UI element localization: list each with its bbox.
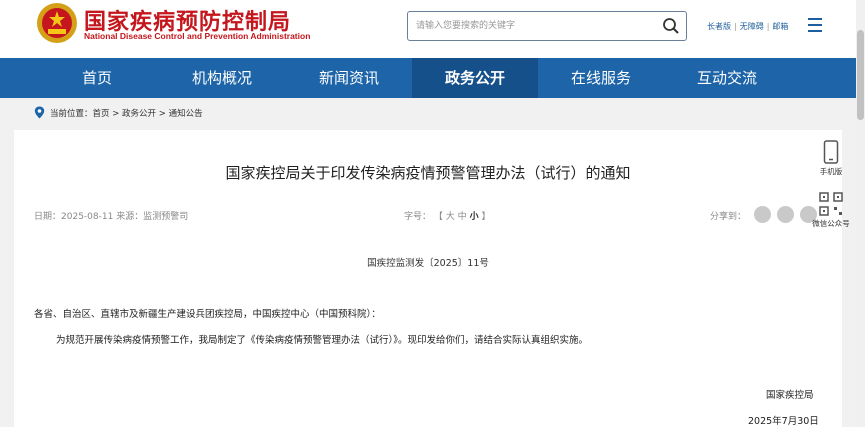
wechat-official-account-label: 微信公众号	[812, 219, 850, 228]
font-size-bracket: 【	[433, 212, 443, 222]
search-icon[interactable]	[662, 17, 680, 35]
nav-item-interaction[interactable]: 互动交流	[686, 58, 768, 98]
main-nav: 首页 机构概况 新闻资讯 政务公开 在线服务 互动交流	[0, 58, 865, 98]
article-paragraph: 为规范开展传染病疫情预警工作，我局制定了《传染病疫情预警管理办法（试行）》。现印…	[56, 335, 589, 346]
link-separator: |	[766, 22, 770, 31]
menu-icon[interactable]	[808, 18, 822, 32]
nav-item-about[interactable]: 机构概况	[181, 58, 263, 98]
article-signer: 国家疾控局	[766, 390, 814, 401]
nav-item-online-services[interactable]: 在线服务	[560, 58, 642, 98]
nav-item-government-affairs[interactable]: 政务公开	[412, 58, 538, 98]
site-header: 国家疾病预防控制局 National Disease Control and P…	[0, 0, 865, 58]
accessibility-link[interactable]: 无障碍	[740, 22, 764, 31]
font-size-label: 字号：	[404, 212, 432, 222]
elder-mode-link[interactable]: 长者版	[707, 22, 731, 31]
wechat-official-account-widget[interactable]: 微信公众号	[808, 192, 854, 229]
breadcrumb-path[interactable]: 首页 > 政务公开 > 通知公告	[93, 109, 203, 119]
email-link[interactable]: 邮箱	[772, 22, 788, 31]
breadcrumb-label: 当前位置：	[50, 109, 93, 119]
search-input[interactable]	[416, 17, 656, 35]
wechat-share-icon[interactable]	[754, 206, 771, 223]
site-logo-subtitle: National Disease Control and Prevention …	[84, 31, 311, 41]
vertical-scrollbar[interactable]	[856, 0, 865, 427]
mobile-version-label: 手机版	[819, 167, 843, 176]
article-meta-date: 日期：2025-08-11 来源：监测预警司	[34, 209, 188, 222]
date-label: 日期：	[34, 212, 62, 222]
font-size-bracket: 】	[481, 212, 491, 222]
mobile-phone-icon	[823, 140, 839, 164]
scrollbar-thumb[interactable]	[857, 30, 864, 120]
article-date: 2025-08-11	[61, 212, 114, 222]
mobile-version-widget[interactable]: 手机版	[808, 140, 854, 177]
nav-item-home[interactable]: 首页	[56, 58, 138, 98]
link-separator: |	[734, 22, 737, 31]
share-label: 分享到：	[710, 212, 747, 222]
search-box	[407, 11, 687, 41]
location-pin-icon	[34, 106, 45, 119]
article-source: 监测预警司	[143, 212, 189, 222]
source-label: 来源：	[116, 212, 144, 222]
weibo-share-icon[interactable]	[777, 206, 794, 223]
article-addressee: 各省、自治区、直辖市及新疆生产建设兵团疾控局，中国疾控中心（中国预科院）：	[34, 309, 381, 320]
qr-code-icon	[819, 192, 843, 216]
top-links: 长者版 | 无障碍 | 邮箱	[707, 21, 788, 32]
nav-item-news[interactable]: 新闻资讯	[308, 58, 390, 98]
breadcrumb: 当前位置：首页 > 政务公开 > 通知公告	[50, 107, 203, 119]
font-size-large-button[interactable]: 大	[446, 212, 455, 222]
font-size-control: 字号： 【 大 中 小 】	[404, 209, 490, 222]
article-title: 国家疾控局关于印发传染病疫情预警管理办法（试行）的通知	[225, 164, 631, 182]
font-size-medium-button[interactable]: 中	[458, 212, 467, 222]
document-number: 国疾控监测发〔2025〕11号	[367, 258, 489, 269]
national-emblem-icon[interactable]	[36, 2, 78, 44]
article-sign-date: 2025年7月30日	[748, 416, 819, 427]
font-size-small-button[interactable]: 小	[470, 212, 479, 222]
